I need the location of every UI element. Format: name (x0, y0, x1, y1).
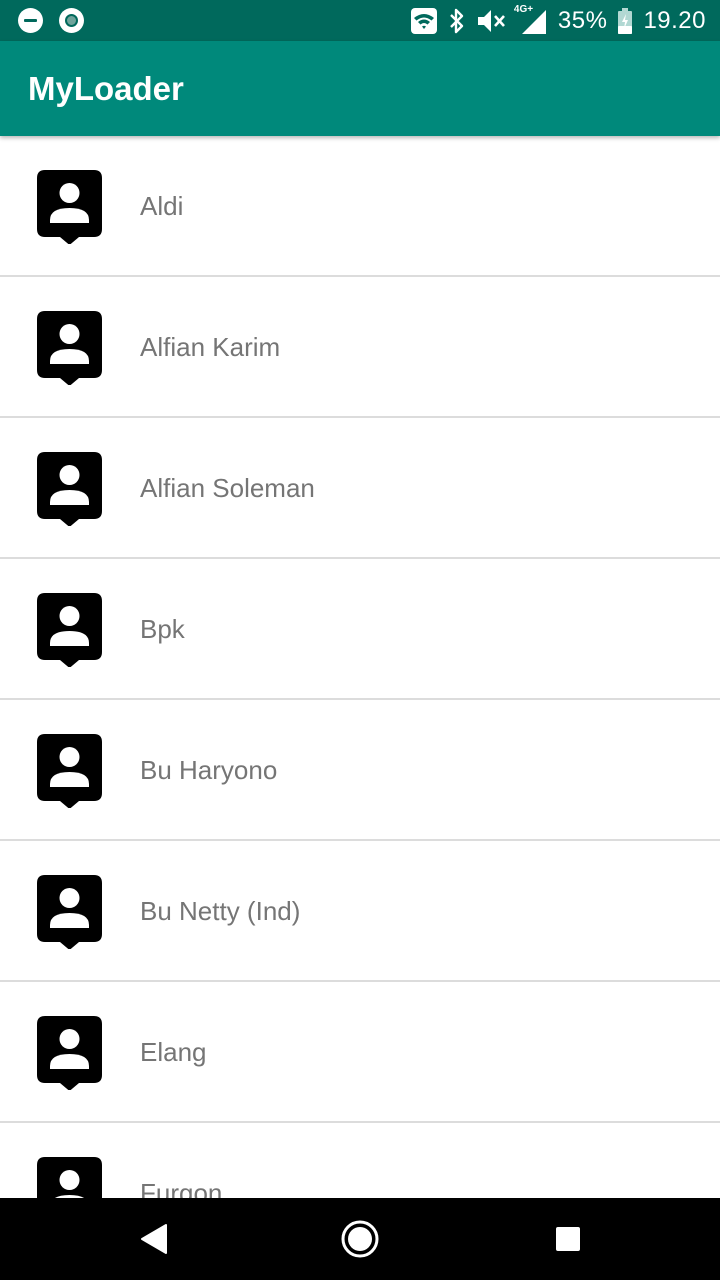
contact-icon (37, 1157, 102, 1198)
contact-name: Furgon (140, 1178, 223, 1198)
contact-row[interactable]: Bu Netty (Ind) (0, 841, 720, 982)
status-bar-right: 4G+ 35% 19.20 (410, 4, 706, 37)
contact-row[interactable]: Bu Haryono (0, 700, 720, 841)
clock: 19.20 (643, 7, 706, 34)
contact-row[interactable]: Alfian Soleman (0, 418, 720, 559)
contact-icon (37, 1016, 102, 1091)
contact-icon (37, 452, 102, 527)
contact-row[interactable]: Bpk (0, 559, 720, 700)
signal-icon: 4G+ (514, 4, 548, 36)
battery-percent: 35% (557, 7, 608, 34)
app-bar: MyLoader (0, 41, 720, 136)
contact-name: Aldi (140, 191, 184, 221)
contact-name: Alfian Karim (140, 332, 281, 362)
contact-icon (37, 311, 102, 386)
contact-name: Bu Haryono (140, 755, 278, 785)
contact-row[interactable]: Alfian Karim (0, 277, 720, 418)
contact-icon (37, 170, 102, 245)
contact-name: Bu Netty (Ind) (140, 896, 301, 926)
app-title: MyLoader (28, 70, 184, 107)
contact-row[interactable]: Elang (0, 982, 720, 1123)
volume-mute-icon (476, 7, 506, 35)
do-not-disturb-icon (18, 8, 43, 33)
contact-icon (37, 593, 102, 668)
battery-icon (617, 7, 633, 35)
back-icon[interactable] (114, 1198, 194, 1280)
wifi-icon (410, 7, 438, 35)
contact-name: Alfian Soleman (140, 473, 315, 503)
contact-row[interactable]: Furgon (0, 1123, 720, 1198)
home-icon[interactable] (320, 1198, 400, 1280)
status-bar: 4G+ 35% 19.20 (0, 0, 720, 41)
contact-name: Elang (140, 1037, 207, 1067)
recents-icon[interactable] (528, 1198, 608, 1280)
navigation-bar (0, 1198, 720, 1280)
contact-row[interactable]: Aldi (0, 136, 720, 277)
sync-icon (59, 8, 84, 33)
contact-list[interactable]: Aldi Alfian Karim Alfian Soleman Bpk Bu Hary… (0, 136, 720, 1198)
contact-icon (37, 875, 102, 950)
contact-name: Bpk (140, 614, 185, 644)
status-bar-left (18, 8, 84, 33)
bluetooth-icon (448, 7, 466, 35)
contact-icon (37, 734, 102, 809)
